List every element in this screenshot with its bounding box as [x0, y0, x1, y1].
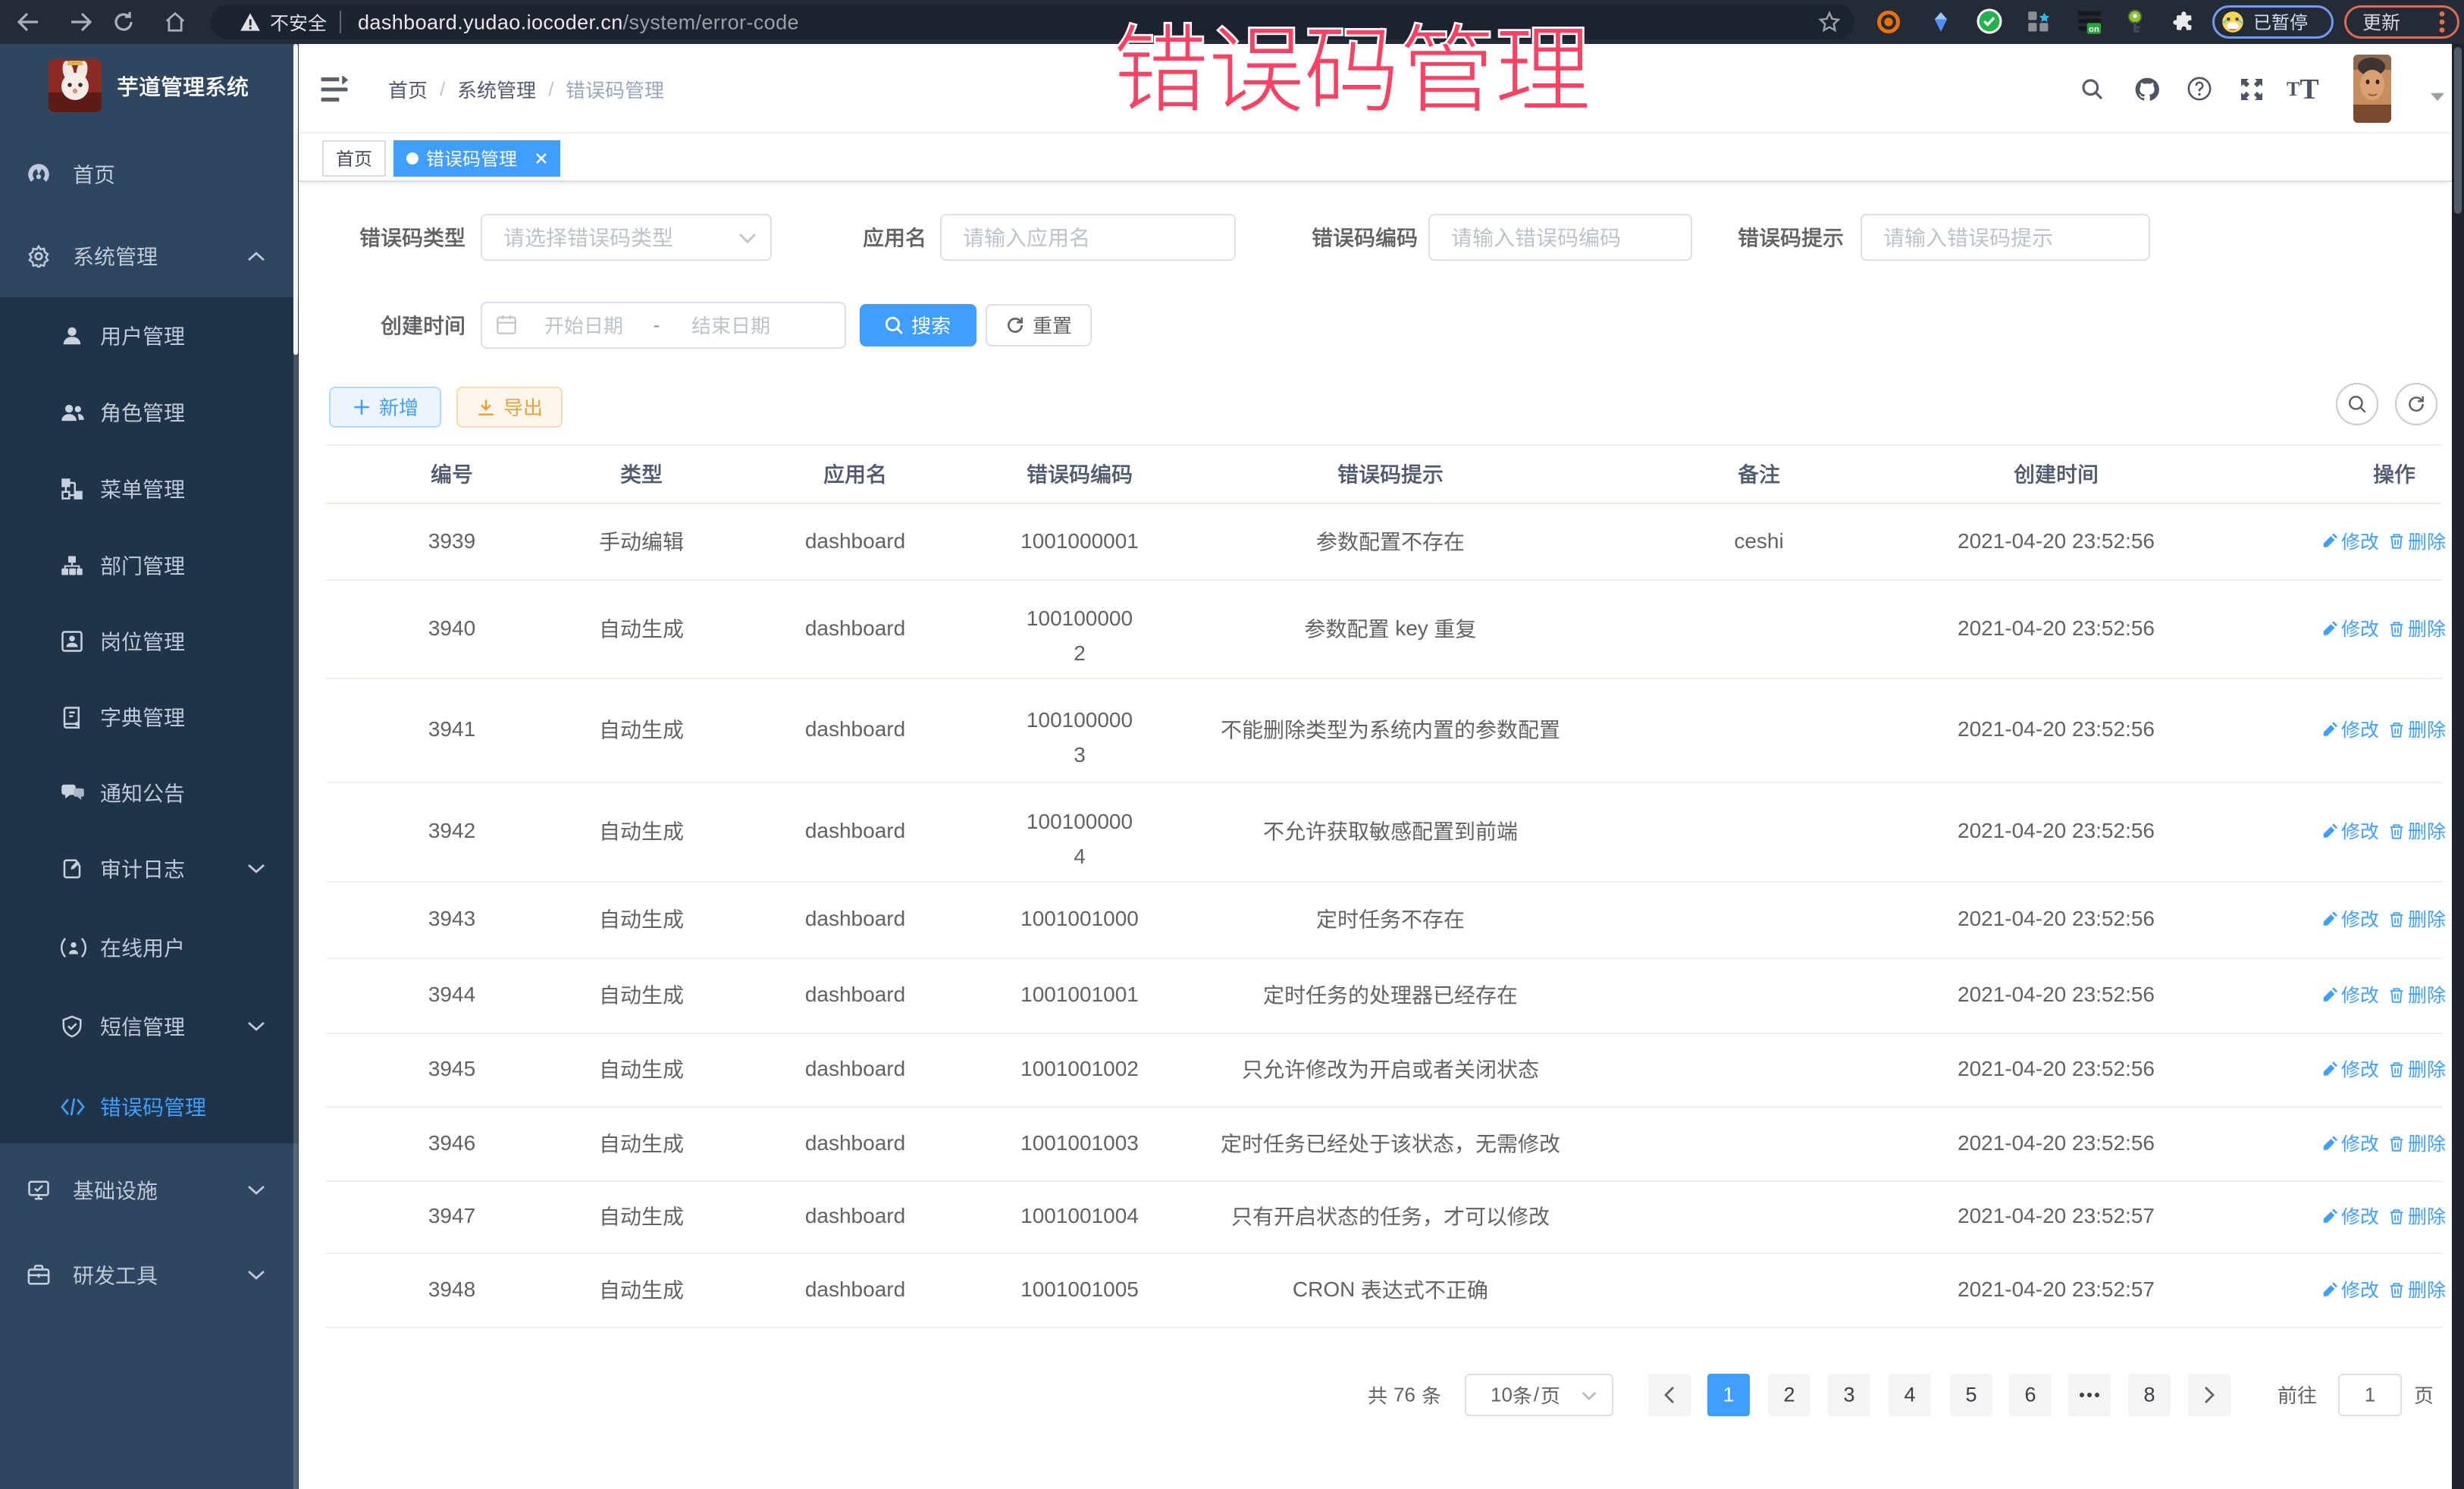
- svg-text:on: on: [2089, 25, 2099, 34]
